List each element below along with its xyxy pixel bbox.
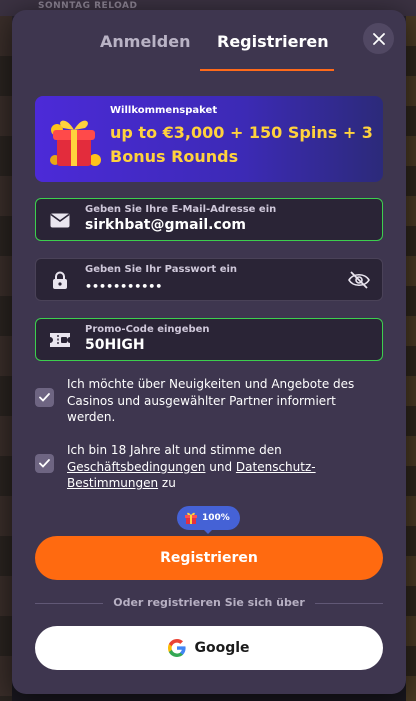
background-left-edge — [0, 16, 12, 701]
gift-box-icon — [50, 120, 101, 166]
email-field[interactable]: Geben Sie Ihre E-Mail-Adresse ein — [35, 198, 383, 241]
terms-suffix: zu — [158, 476, 176, 490]
terms-prefix: Ich bin 18 Jahre alt und stimme den — [67, 443, 282, 457]
checkmark-icon — [39, 459, 50, 468]
newsletter-consent-text: Ich möchte über Neuigkeiten und Angebote… — [67, 377, 355, 424]
register-button[interactable]: Registrieren — [35, 536, 383, 580]
email-input[interactable] — [85, 217, 345, 233]
bonus-pill: 100% — [177, 506, 240, 530]
close-button[interactable] — [363, 23, 394, 54]
password-field[interactable]: Geben Sie Ihr Passwort ein ••••••••••• — [35, 258, 383, 301]
close-icon — [372, 32, 385, 45]
ticket-icon — [49, 330, 71, 350]
google-signup-button[interactable]: Google — [35, 626, 383, 670]
tab-register[interactable]: Registrieren — [217, 32, 329, 51]
banner-offer: up to €3,000 + 150 Spins + 3 Bonus Round… — [110, 123, 373, 166]
lock-icon — [49, 270, 71, 290]
terms-consent-text: Ich bin 18 Jahre alt und stimme den Gesc… — [67, 442, 377, 492]
bonus-pill-text: 100% — [202, 513, 230, 523]
welcome-package-banner: Willkommenspaket up to €3,000 + 150 Spin… — [35, 96, 383, 182]
bonus-pill-tail — [202, 528, 214, 534]
terms-link[interactable]: Geschäftsbedingungen — [67, 460, 205, 474]
promo-code-label: Promo-Code eingeben — [85, 324, 210, 335]
gift-icon — [185, 512, 197, 524]
email-label: Geben Sie Ihre E-Mail-Adresse ein — [85, 204, 277, 215]
password-label: Geben Sie Ihr Passwort ein — [85, 264, 238, 275]
terms-middle: und — [205, 459, 236, 474]
password-input[interactable]: ••••••••••• — [85, 280, 345, 293]
banner-title: Willkommenspaket — [110, 105, 218, 116]
tab-login[interactable]: Anmelden — [100, 32, 190, 51]
alt-signup-divider: Oder registrieren Sie sich über — [35, 596, 383, 610]
eye-slash-icon[interactable] — [348, 270, 370, 290]
promo-code-field[interactable]: Promo-Code eingeben — [35, 318, 383, 361]
google-logo-icon — [168, 639, 187, 657]
divider-text: Oder registrieren Sie sich über — [113, 596, 305, 609]
active-tab-indicator — [200, 69, 334, 71]
envelope-icon — [49, 210, 71, 230]
promo-code-input[interactable] — [85, 337, 345, 353]
newsletter-consent: Ich möchte über Neuigkeiten und Angebote… — [35, 376, 375, 428]
registration-modal: Anmelden Registrieren Willkommenspaket u… — [12, 10, 406, 694]
newsletter-checkbox[interactable] — [35, 388, 54, 407]
background-right-edge — [406, 16, 416, 701]
checkmark-icon — [39, 393, 50, 402]
auth-tabs: Anmelden Registrieren — [12, 10, 406, 72]
terms-checkbox[interactable] — [35, 454, 54, 473]
terms-consent: Ich bin 18 Jahre alt und stimme den Gesc… — [35, 442, 375, 492]
google-button-label: Google — [194, 640, 250, 656]
